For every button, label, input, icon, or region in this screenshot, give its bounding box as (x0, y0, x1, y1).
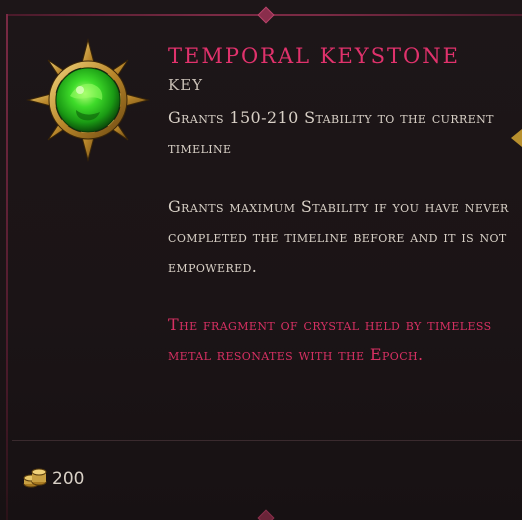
price-amount: 200 (52, 469, 85, 489)
green-crystal-keystone-icon (26, 38, 150, 162)
tooltip-left-border (6, 14, 8, 520)
item-description-secondary: Grants maximum Stability if you have nev… (168, 197, 509, 276)
item-type: Key (168, 76, 204, 94)
bottom-gem-ornament (257, 509, 275, 520)
item-lore-text: The fragment of crystal held by timeless… (168, 315, 492, 364)
item-name: Temporal Keystone (168, 44, 460, 68)
item-price: 200 (22, 466, 84, 492)
item-description-primary: Grants 150-210 Stability to the current … (168, 108, 494, 157)
gold-coins-icon (22, 464, 48, 495)
item-tooltip: Temporal Keystone Key Grants 150-210 Sta… (0, 0, 522, 520)
tooltip-divider (12, 440, 522, 441)
top-gem-ornament (257, 6, 275, 24)
